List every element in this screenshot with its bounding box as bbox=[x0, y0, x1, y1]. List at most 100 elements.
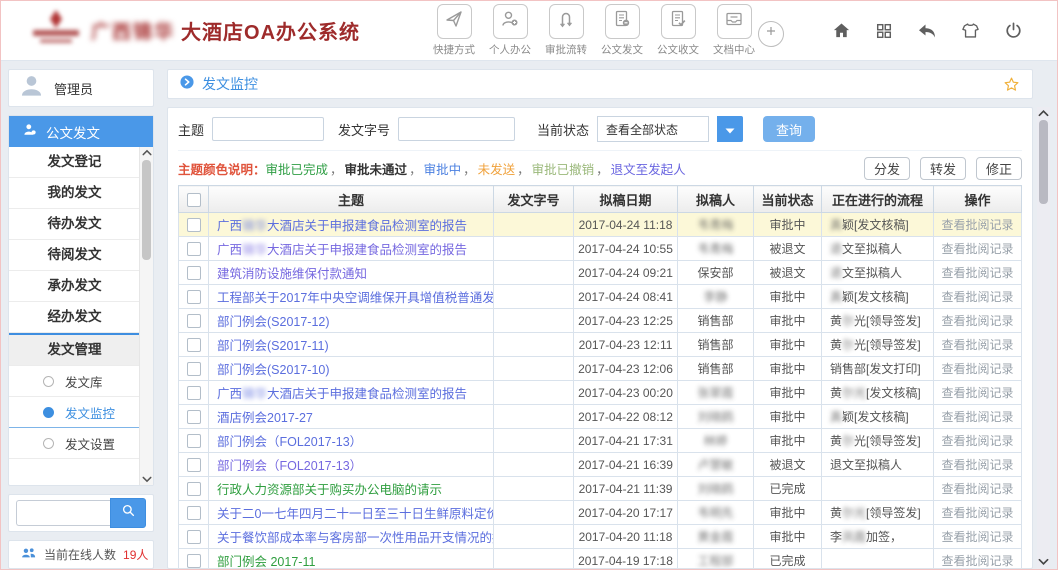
table-row[interactable]: 关于餐饮部成本率与客房部一次性用品开支情况的报告 锦财报[2017]5号 201… bbox=[179, 525, 1022, 549]
row-checkbox[interactable] bbox=[187, 338, 201, 352]
row-checkbox[interactable] bbox=[187, 266, 201, 280]
view-records-link[interactable]: 查看批阅记录 bbox=[941, 290, 1013, 304]
table-row[interactable]: 广西锦华大酒店关于申报建食品检测室的报告 2017-04-23 00:20 张翠… bbox=[179, 381, 1022, 405]
row-checkbox[interactable] bbox=[187, 554, 201, 568]
table-row[interactable]: 部门例会(S2017-10) 2017-04-23 12:06 销售部 审批中 … bbox=[179, 357, 1022, 381]
favorite-star-icon[interactable] bbox=[1003, 76, 1020, 93]
table-row[interactable]: 行政人力资源部关于购买办公电脑的请示 2017-04-21 11:39 刘晓鸥 … bbox=[179, 477, 1022, 501]
toolbar-flow-uturn[interactable]: 审批流转 bbox=[542, 4, 590, 57]
scroll-up-icon[interactable] bbox=[142, 149, 152, 156]
row-checkbox[interactable] bbox=[187, 530, 201, 544]
row-subject-link[interactable]: 关于餐饮部成本率与客房部一次性用品开支情况的报告 锦财报[2017]5号 bbox=[217, 531, 494, 545]
row-checkbox[interactable] bbox=[187, 458, 201, 472]
table-row[interactable]: 工程部关于2017年中央空调维保开具增值税普通发票的请示 2017-04-24 … bbox=[179, 285, 1022, 309]
sidebar-subitem[interactable]: 发文库 bbox=[9, 366, 140, 397]
row-checkbox[interactable] bbox=[187, 218, 201, 232]
status-select-caret[interactable] bbox=[717, 116, 743, 142]
row-subject-link[interactable]: 行政人力资源部关于购买办公电脑的请示 bbox=[217, 483, 442, 497]
row-subject-link[interactable]: 酒店例会2017-27 bbox=[217, 411, 313, 425]
sidebar-item[interactable]: 待阅发文 bbox=[9, 240, 140, 271]
search-button[interactable] bbox=[110, 498, 146, 528]
view-records-link[interactable]: 查看批阅记录 bbox=[941, 362, 1013, 376]
row-subject-link[interactable]: 关于二0一七年四月二十一日至三十日生鲜原料定价的报告 bbox=[217, 507, 494, 521]
view-records-link[interactable]: 查看批阅记录 bbox=[941, 530, 1013, 544]
theme-shirt-icon[interactable] bbox=[961, 21, 980, 40]
sidebar-subitem[interactable]: 发文设置 bbox=[9, 428, 140, 459]
scroll-down-icon[interactable] bbox=[1038, 558, 1049, 566]
row-checkbox[interactable] bbox=[187, 482, 201, 496]
scrollbar-thumb[interactable] bbox=[1039, 120, 1048, 204]
view-records-link[interactable]: 查看批阅记录 bbox=[941, 434, 1013, 448]
row-subject-link[interactable]: 广西锦华大酒店关于申报建食品检测室的报告 bbox=[217, 387, 467, 401]
doc-no-filter-input[interactable] bbox=[398, 117, 515, 141]
scroll-down-icon[interactable] bbox=[142, 476, 152, 483]
action-button-0[interactable]: 分发 bbox=[864, 157, 910, 180]
row-subject-link[interactable]: 部门例会(S2017-12) bbox=[217, 315, 330, 329]
view-records-link[interactable]: 查看批阅记录 bbox=[941, 386, 1013, 400]
sidebar-subitem[interactable]: 发文监控 bbox=[9, 397, 140, 428]
subject-filter-input[interactable] bbox=[212, 117, 324, 141]
table-row[interactable]: 部门例会（FOL2017-13） 2017-04-21 16:39 卢慧敏 被退… bbox=[179, 453, 1022, 477]
back-arrow-icon[interactable] bbox=[917, 21, 937, 41]
row-subject-link[interactable]: 广西锦华大酒店关于申报建食品检测室的报告 bbox=[217, 243, 467, 257]
view-records-link[interactable]: 查看批阅记录 bbox=[941, 410, 1013, 424]
view-records-link[interactable]: 查看批阅记录 bbox=[941, 242, 1013, 256]
view-records-link[interactable]: 查看批阅记录 bbox=[941, 458, 1013, 472]
toolbar-doc-out[interactable]: 公文发文 bbox=[598, 4, 646, 57]
sidebar-item[interactable]: 待办发文 bbox=[9, 209, 140, 240]
main-scrollbar[interactable] bbox=[1037, 107, 1050, 569]
row-checkbox[interactable] bbox=[187, 386, 201, 400]
sidebar-item[interactable]: 承办发文 bbox=[9, 271, 140, 302]
row-subject-link[interactable]: 工程部关于2017年中央空调维保开具增值税普通发票的请示 bbox=[217, 291, 494, 305]
table-row[interactable]: 部门例会(S2017-12) 2017-04-23 12:25 销售部 审批中 … bbox=[179, 309, 1022, 333]
table-row[interactable]: 广西锦华大酒店关于申报建食品检测室的报告 2017-04-24 10:55 韦青… bbox=[179, 237, 1022, 261]
sidebar-item[interactable]: 我的发文 bbox=[9, 178, 140, 209]
sidebar-section-outgoing[interactable]: 公文发文 bbox=[9, 116, 153, 147]
view-records-link[interactable]: 查看批阅记录 bbox=[941, 314, 1013, 328]
table-row[interactable]: 广西锦华大酒店关于申报建食品检测室的报告 2017-04-24 11:18 韦青… bbox=[179, 213, 1022, 237]
sidebar-item[interactable]: 发文登记 bbox=[9, 147, 140, 178]
toolbar-archive-tray[interactable]: 文档中心 bbox=[710, 4, 758, 57]
add-shortcut-button[interactable] bbox=[758, 21, 784, 47]
view-records-link[interactable]: 查看批阅记录 bbox=[941, 506, 1013, 520]
toolbar-send[interactable]: 快捷方式 bbox=[430, 4, 478, 57]
table-row[interactable]: 关于二0一七年四月二十一日至三十日生鲜原料定价的报告 2017-04-20 17… bbox=[179, 501, 1022, 525]
row-checkbox[interactable] bbox=[187, 506, 201, 520]
row-subject-link[interactable]: 部门例会(S2017-10) bbox=[217, 363, 330, 377]
sidebar-item-manage[interactable]: 发文管理 bbox=[9, 333, 140, 366]
row-checkbox[interactable] bbox=[187, 242, 201, 256]
row-subject-link[interactable]: 部门例会 2017-11 bbox=[217, 555, 315, 569]
view-records-link[interactable]: 查看批阅记录 bbox=[941, 554, 1013, 568]
row-subject-link[interactable]: 部门例会(S2017-11) bbox=[217, 339, 329, 353]
action-button-2[interactable]: 修正 bbox=[976, 157, 1022, 180]
toolbar-doc-in[interactable]: 公文收文 bbox=[654, 4, 702, 57]
view-records-link[interactable]: 查看批阅记录 bbox=[941, 266, 1013, 280]
view-records-link[interactable]: 查看批阅记录 bbox=[941, 218, 1013, 232]
toolbar-person-office[interactable]: 个人办公 bbox=[486, 4, 534, 57]
view-records-link[interactable]: 查看批阅记录 bbox=[941, 338, 1013, 352]
table-row[interactable]: 部门例会(S2017-11) 2017-04-23 12:11 销售部 审批中 … bbox=[179, 333, 1022, 357]
table-row[interactable]: 部门例会（FOL2017-13） 2017-04-21 17:31 林婷 审批中… bbox=[179, 429, 1022, 453]
query-button[interactable]: 查询 bbox=[763, 116, 815, 142]
row-checkbox[interactable] bbox=[187, 434, 201, 448]
table-row[interactable]: 部门例会 2017-11 2017-04-19 17:18 工程部 已完成 查看… bbox=[179, 549, 1022, 570]
row-checkbox[interactable] bbox=[187, 362, 201, 376]
power-icon[interactable] bbox=[1004, 21, 1023, 40]
view-records-link[interactable]: 查看批阅记录 bbox=[941, 482, 1013, 496]
status-select[interactable]: 查看全部状态 bbox=[597, 116, 709, 142]
row-checkbox[interactable] bbox=[187, 314, 201, 328]
row-checkbox[interactable] bbox=[187, 290, 201, 304]
row-subject-link[interactable]: 广西锦华大酒店关于申报建食品检测室的报告 bbox=[217, 219, 467, 233]
home-icon[interactable] bbox=[832, 21, 851, 40]
sidebar-item[interactable]: 经办发文 bbox=[9, 302, 140, 333]
select-all-checkbox[interactable] bbox=[187, 193, 201, 207]
row-checkbox[interactable] bbox=[187, 410, 201, 424]
apps-grid-icon[interactable] bbox=[875, 22, 893, 40]
search-input[interactable] bbox=[16, 500, 110, 526]
action-button-1[interactable]: 转发 bbox=[920, 157, 966, 180]
row-subject-link[interactable]: 部门例会（FOL2017-13） bbox=[217, 459, 362, 473]
scrollbar-thumb[interactable] bbox=[142, 160, 151, 260]
scroll-up-icon[interactable] bbox=[1038, 109, 1049, 117]
sidebar-scrollbar[interactable] bbox=[139, 147, 153, 485]
row-subject-link[interactable]: 建筑消防设施维保付款通知 bbox=[217, 267, 367, 281]
